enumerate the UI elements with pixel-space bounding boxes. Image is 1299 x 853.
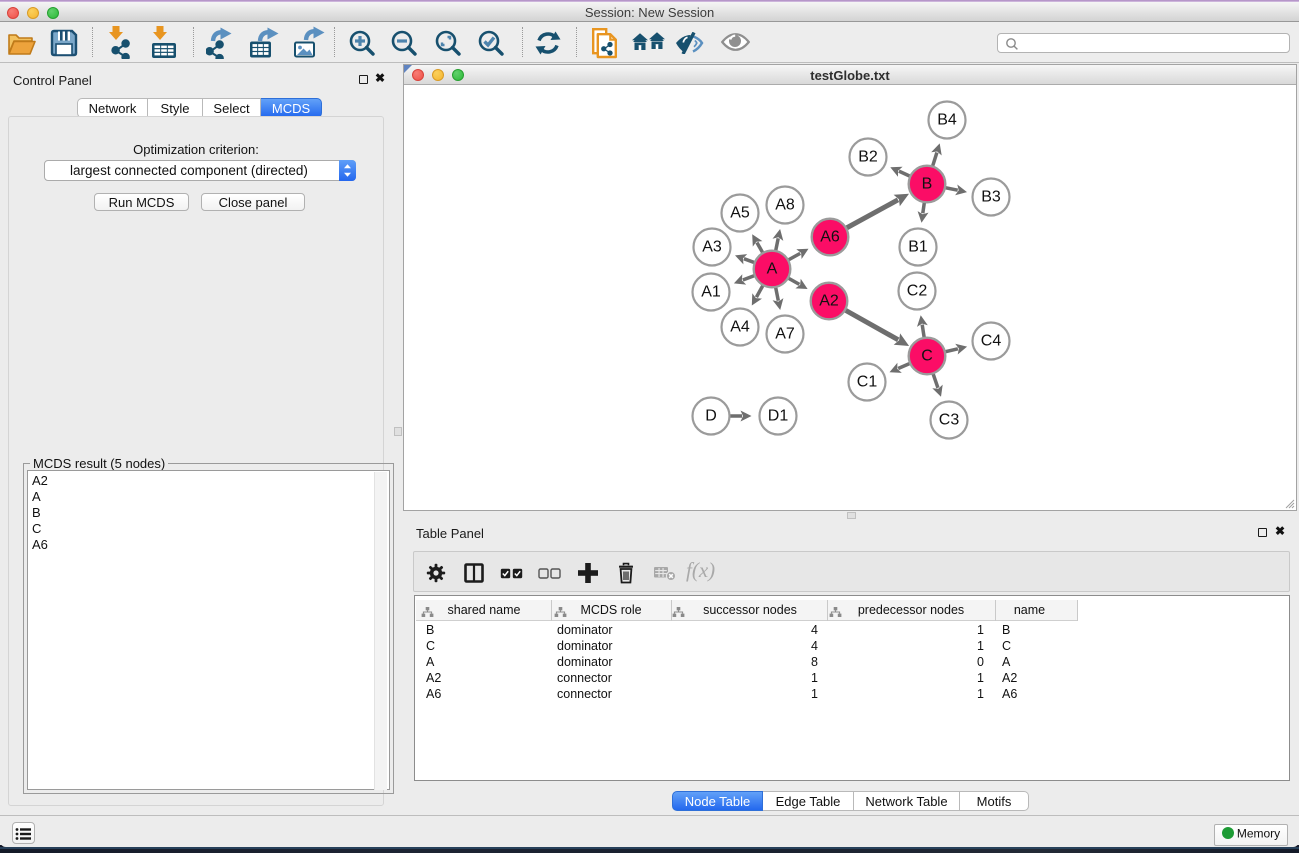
svg-text:A6: A6 xyxy=(820,229,840,246)
svg-text:C1: C1 xyxy=(857,374,878,391)
svg-text:B: B xyxy=(922,176,933,193)
svg-text:B3: B3 xyxy=(981,189,1001,206)
svg-text:A5: A5 xyxy=(730,205,750,222)
svg-text:B2: B2 xyxy=(858,149,878,166)
svg-text:C2: C2 xyxy=(907,283,928,300)
svg-text:C3: C3 xyxy=(939,412,960,429)
svg-text:A4: A4 xyxy=(730,319,750,336)
svg-text:C: C xyxy=(921,348,933,365)
svg-text:A8: A8 xyxy=(775,197,795,214)
svg-text:A: A xyxy=(767,261,778,278)
svg-text:D1: D1 xyxy=(768,408,789,425)
svg-text:A3: A3 xyxy=(702,239,722,256)
svg-text:B4: B4 xyxy=(937,112,957,129)
svg-text:B1: B1 xyxy=(908,239,928,256)
svg-text:A1: A1 xyxy=(701,284,721,301)
svg-text:C4: C4 xyxy=(981,333,1002,350)
svg-text:D: D xyxy=(705,408,717,425)
svg-text:A7: A7 xyxy=(775,326,795,343)
svg-text:A2: A2 xyxy=(819,293,839,310)
